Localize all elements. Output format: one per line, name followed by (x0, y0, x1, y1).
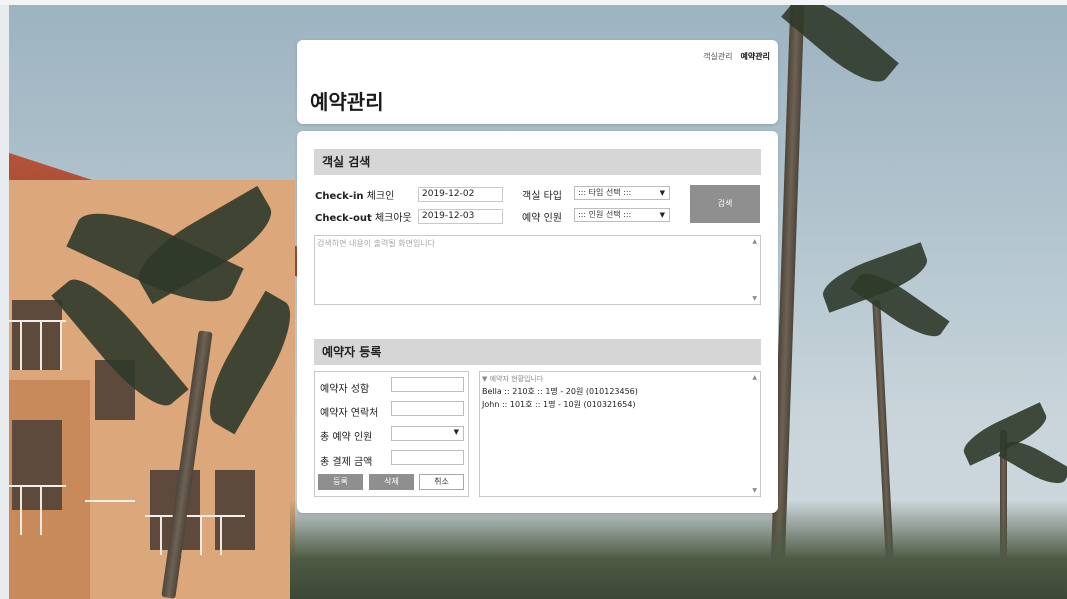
search-button[interactable]: 검색 (690, 185, 760, 223)
rail-post (160, 515, 162, 555)
scroll-down-icon[interactable]: ▼ (752, 295, 757, 302)
scroll-down-icon[interactable]: ▼ (752, 487, 757, 494)
rail-post (20, 320, 22, 370)
guests-value: ::: 인원 선택 ::: (578, 210, 632, 219)
checkout-date-input[interactable]: 2019-12-03 (418, 209, 503, 224)
total-payment-input[interactable] (391, 450, 464, 465)
reserver-name-label: 예약자 성함 (320, 384, 370, 395)
dropdown-arrow-icon: ▼ (453, 428, 459, 436)
checkin-label-ko: 체크인 (366, 191, 395, 202)
room-type-value: ::: 타입 선택 ::: (578, 188, 632, 197)
checkout-label-en: Check-out (315, 213, 372, 224)
room-search-title: 객실 검색 (314, 149, 761, 175)
window-frame-left (0, 0, 9, 599)
room-type-label: 객실 타입 (522, 191, 562, 202)
checkin-date-input[interactable]: 2019-12-02 (418, 187, 503, 202)
rail-post (40, 320, 42, 370)
list-item[interactable]: Bella :: 210호 :: 1명 - 20원 (010123456) (482, 386, 638, 397)
checkout-label: Check-out 체크아웃 (315, 209, 412, 224)
dropdown-arrow-icon: ▼ (659, 189, 665, 197)
search-result-area[interactable]: 검색하면 내용이 출력될 화면입니다 ▲ ▼ (314, 235, 761, 305)
rail-post (20, 485, 22, 535)
dropdown-arrow-icon: ▼ (659, 211, 665, 219)
balcony-rail (85, 500, 135, 502)
nav-room-management[interactable]: 객실관리 (703, 51, 732, 62)
registration-form: 예약자 성함 예약자 연락처 총 예약 인원 ▼ 총 결제 금액 등록 삭제 취… (314, 371, 469, 497)
total-payment-label: 총 결제 금액 (320, 457, 373, 468)
registration-title: 예약자 등록 (314, 339, 761, 365)
reservation-list-header: ▼ 예약자 현황입니다 (482, 375, 544, 383)
rail-post (220, 515, 222, 555)
balcony-rail (8, 485, 66, 487)
reserver-name-input[interactable] (391, 377, 464, 392)
search-result-placeholder: 검색하면 내용이 출력될 화면입니다 (317, 239, 436, 248)
scroll-up-icon[interactable]: ▲ (752, 238, 757, 245)
guests-select[interactable]: ::: 인원 선택 ::: ▼ (574, 208, 670, 222)
guests-label: 예약 인원 (522, 213, 562, 224)
nav-reservation-management[interactable]: 예약관리 (741, 51, 770, 62)
checkin-label-en: Check-in (315, 191, 364, 202)
reservation-list[interactable]: ▼ 예약자 현황입니다 Bella :: 210호 :: 1명 - 20원 (0… (479, 371, 761, 497)
top-nav: 객실관리 예약관리 (703, 51, 770, 62)
rail-post (40, 485, 42, 535)
reserver-phone-label: 예약자 연락처 (320, 408, 379, 419)
room-type-select[interactable]: ::: 타입 선택 ::: ▼ (574, 186, 670, 200)
list-item[interactable]: John :: 101호 :: 1명 - 10원 (010321654) (482, 399, 636, 410)
checkout-label-ko: 체크아웃 (374, 213, 412, 224)
page-title: 예약관리 (310, 90, 384, 114)
rail-post (60, 320, 62, 370)
checkin-label: Check-in 체크인 (315, 187, 394, 202)
header-panel: 객실관리 예약관리 예약관리 (297, 40, 778, 124)
rail-post (200, 515, 202, 555)
cancel-button[interactable]: 취소 (419, 474, 464, 490)
window-frame-top (0, 0, 1067, 5)
total-guests-label: 총 예약 인원 (320, 432, 373, 443)
reserver-phone-input[interactable] (391, 401, 464, 416)
register-button[interactable]: 등록 (318, 474, 363, 490)
scroll-up-icon[interactable]: ▲ (752, 374, 757, 381)
tree-line (290, 500, 1067, 599)
main-panel: 객실 검색 Check-in 체크인 2019-12-02 Check-out … (297, 131, 778, 513)
balcony-rail (8, 320, 66, 322)
delete-button[interactable]: 삭제 (369, 474, 414, 490)
total-guests-select[interactable]: ▼ (391, 426, 464, 441)
